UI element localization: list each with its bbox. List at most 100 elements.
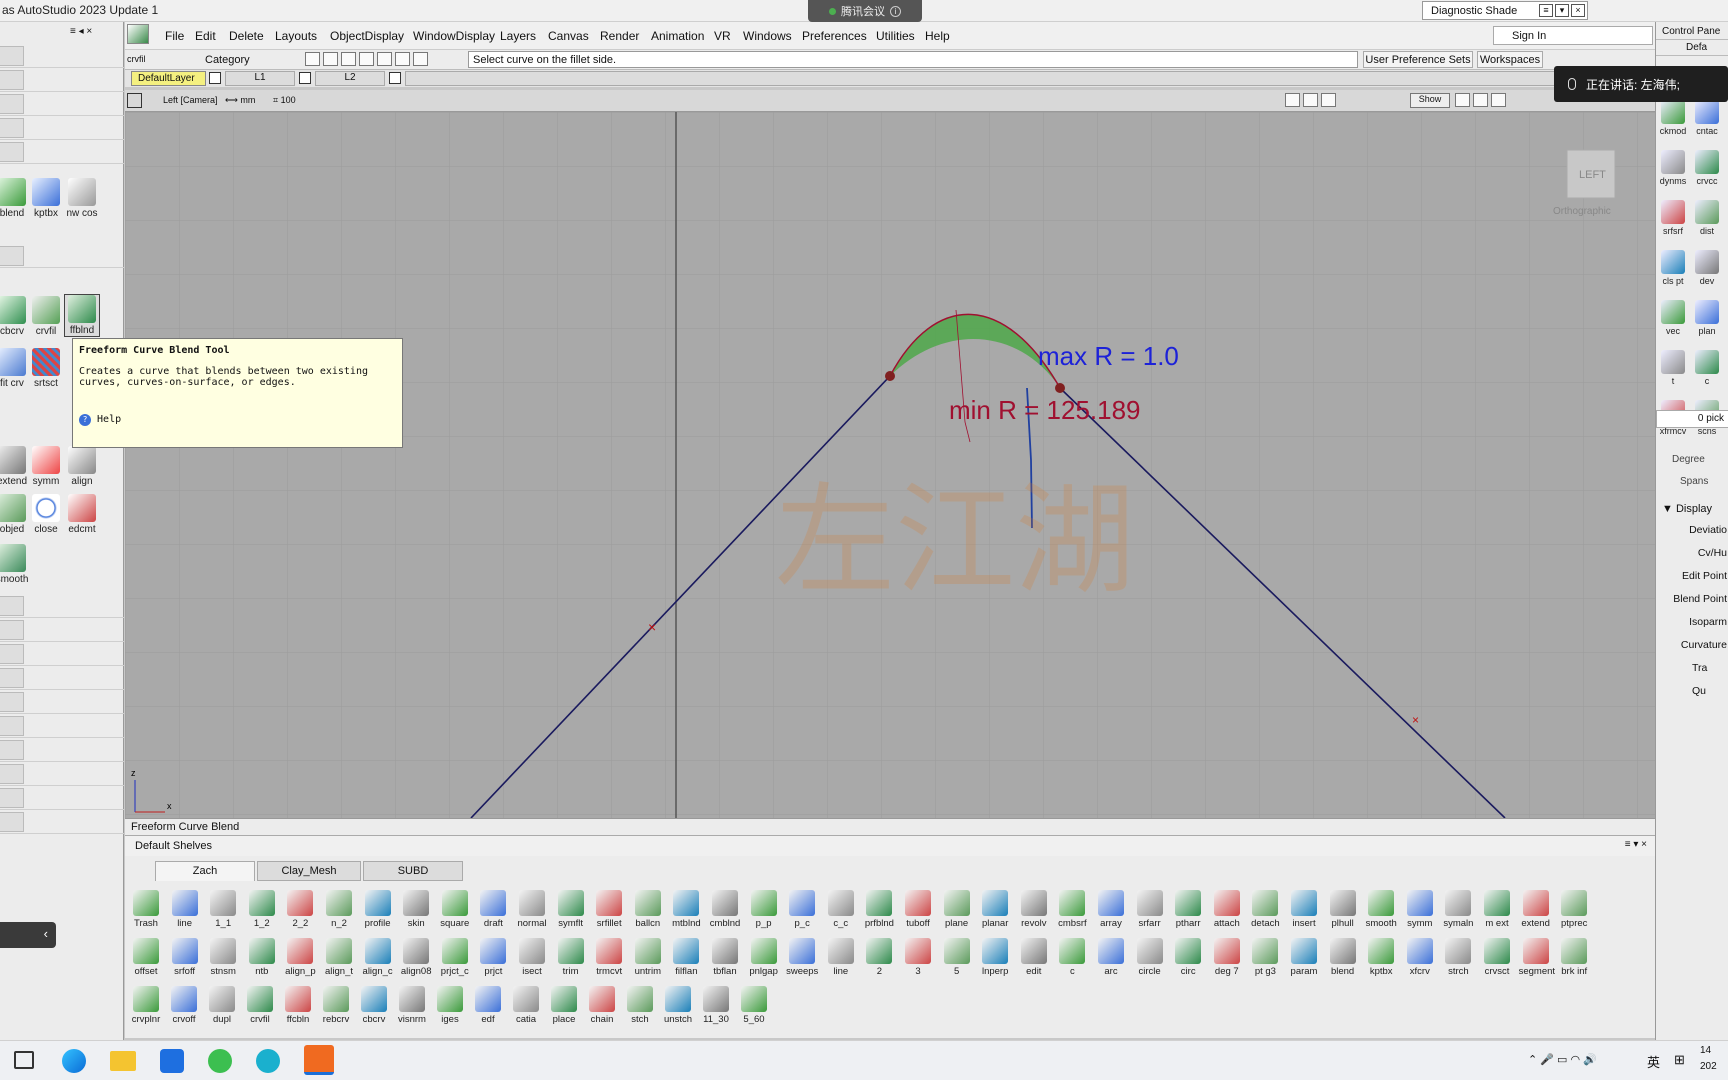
shelf-tool-align_c[interactable]: align_c bbox=[361, 938, 395, 977]
tool-fit-crv[interactable]: fit crv bbox=[0, 348, 30, 389]
shelf-tool-1_1[interactable]: 1_1 bbox=[206, 890, 240, 929]
display-section[interactable]: ▼ Display bbox=[1656, 500, 1728, 520]
shelf-tool-attach[interactable]: attach bbox=[1210, 890, 1244, 929]
workspaces-button[interactable]: Workspaces bbox=[1477, 51, 1543, 68]
display-option[interactable]: Cv/Hu bbox=[1656, 547, 1728, 570]
palette-section[interactable] bbox=[0, 738, 124, 762]
grid-icon[interactable]: ⊞ bbox=[1674, 1052, 1685, 1068]
shelf-tool-untrim[interactable]: untrim bbox=[631, 938, 665, 977]
tool-srtsct[interactable]: srtsct bbox=[28, 348, 64, 389]
eval-tool-dev[interactable]: dev bbox=[1690, 250, 1724, 287]
menu-utilities[interactable]: Utilities bbox=[876, 29, 915, 43]
layer-default-visibility[interactable] bbox=[209, 72, 221, 84]
current-tool-icon[interactable] bbox=[127, 24, 149, 44]
shelf-tool-3[interactable]: 3 bbox=[901, 938, 935, 977]
shelf-tool-ptharr[interactable]: ptharr bbox=[1171, 890, 1205, 929]
tool-align[interactable]: align bbox=[64, 446, 100, 487]
shelf-tool-kptbx[interactable]: kptbx bbox=[1364, 938, 1398, 977]
shelf-tool-circ[interactable]: circ bbox=[1171, 938, 1205, 977]
shelf-tool-1_2[interactable]: 1_2 bbox=[245, 890, 279, 929]
pick-mode-buttons[interactable] bbox=[305, 52, 431, 66]
shelf-tool-filflan[interactable]: filflan bbox=[669, 938, 703, 977]
shelf-tool-crvfil[interactable]: crvfil bbox=[243, 986, 277, 1025]
display-option[interactable]: Curvature bbox=[1656, 639, 1728, 662]
display-option[interactable]: Deviatio bbox=[1656, 524, 1728, 547]
shelf-tool-prfblnd[interactable]: prfblnd bbox=[862, 890, 896, 929]
shelf-tool-c_c[interactable]: c_c bbox=[824, 890, 858, 929]
menu-canvas[interactable]: Canvas bbox=[548, 29, 589, 43]
eval-tool-ckmod[interactable]: ckmod bbox=[1656, 100, 1690, 137]
palette-section[interactable] bbox=[0, 244, 124, 268]
viewport-canvas[interactable]: × × 左江湖 max R = 1.0 min R = 125.189 LEFT… bbox=[125, 112, 1655, 818]
layer-slots[interactable] bbox=[405, 71, 1645, 86]
shelf-tool-tuboff[interactable]: tuboff bbox=[901, 890, 935, 929]
show-button[interactable]: Show bbox=[1410, 93, 1450, 108]
tool-ffblnd[interactable]: ffblnd bbox=[64, 294, 100, 337]
shelf-tool-p_p[interactable]: p_p bbox=[747, 890, 781, 929]
shelf-tab-subd[interactable]: SUBD bbox=[363, 861, 463, 881]
palette-section[interactable] bbox=[0, 68, 124, 92]
shelf-tool-srfoff[interactable]: srfoff bbox=[168, 938, 202, 977]
tool-extend[interactable]: extend bbox=[0, 446, 30, 487]
shelf-tool-detach[interactable]: detach bbox=[1248, 890, 1282, 929]
viewport-tools[interactable] bbox=[1285, 93, 1339, 107]
menu-layers[interactable]: Layers bbox=[500, 29, 536, 43]
shelf-tool-segment[interactable]: segment bbox=[1519, 938, 1555, 977]
eval-tool-cntac[interactable]: cntac bbox=[1690, 100, 1724, 137]
palette-section[interactable] bbox=[0, 642, 124, 666]
shelf-tool-unstch[interactable]: unstch bbox=[661, 986, 695, 1025]
shelf-tool-trim[interactable]: trim bbox=[554, 938, 588, 977]
menu-icon[interactable]: ≡ bbox=[1539, 4, 1553, 17]
shelf-tool-normal[interactable]: normal bbox=[515, 890, 549, 929]
tool-close[interactable]: close bbox=[28, 494, 64, 535]
edit-point-marker[interactable]: × bbox=[648, 619, 656, 635]
shelf-tool-brk-inf[interactable]: brk inf bbox=[1557, 938, 1591, 977]
meeting-indicator[interactable]: 腾讯会议 i bbox=[808, 0, 922, 22]
display-option[interactable]: Blend Point bbox=[1656, 593, 1728, 616]
palette-section[interactable] bbox=[0, 594, 124, 618]
shelf-tool-lnperp[interactable]: lnperp bbox=[978, 938, 1012, 977]
palette-section[interactable] bbox=[0, 666, 124, 690]
shelf-tool-planar[interactable]: planar bbox=[978, 890, 1012, 929]
shelf-tool-array[interactable]: array bbox=[1094, 890, 1128, 929]
shelf-tool-srfarr[interactable]: srfarr bbox=[1133, 890, 1167, 929]
clock-time[interactable]: 14 bbox=[1700, 1045, 1711, 1056]
shelf-tool-symaln[interactable]: symaln bbox=[1441, 890, 1475, 929]
layer-l1[interactable]: L1 bbox=[225, 71, 295, 86]
prompt-line[interactable]: Select curve on the fillet side. bbox=[468, 51, 1358, 68]
shelf-tool-align_t[interactable]: align_t bbox=[322, 938, 356, 977]
tool-smooth[interactable]: smooth bbox=[0, 544, 30, 585]
meeting-app-icon[interactable] bbox=[160, 1049, 184, 1073]
shelf-tool-dupl[interactable]: dupl bbox=[205, 986, 239, 1025]
palette-section[interactable] bbox=[0, 714, 124, 738]
shelf-tool-stch[interactable]: stch bbox=[623, 986, 657, 1025]
shelf-tool-strch[interactable]: strch bbox=[1441, 938, 1475, 977]
shelf-controls[interactable]: ≡ ▾ × bbox=[1625, 839, 1647, 850]
shelf-tool-plhull[interactable]: plhull bbox=[1326, 890, 1360, 929]
sign-in-button[interactable]: Sign In bbox=[1493, 26, 1653, 45]
layer-l1-visibility[interactable] bbox=[299, 72, 311, 84]
palette-section[interactable] bbox=[0, 116, 124, 140]
edit-point-marker[interactable]: × bbox=[1412, 713, 1419, 727]
shelf-tool-insert[interactable]: insert bbox=[1287, 890, 1321, 929]
shelf-tool-edit[interactable]: edit bbox=[1017, 938, 1051, 977]
palette-section[interactable] bbox=[0, 690, 124, 714]
shelf-tool-revolv[interactable]: revolv bbox=[1017, 890, 1051, 929]
shelf-tab-zach[interactable]: Zach bbox=[155, 861, 255, 881]
tool-blend[interactable]: blend bbox=[0, 178, 30, 219]
palette-section[interactable] bbox=[0, 810, 124, 834]
shelf-tab-clay-mesh[interactable]: Clay_Mesh bbox=[257, 861, 361, 881]
shelf-tool-5_60[interactable]: 5_60 bbox=[737, 986, 771, 1025]
shelf-tool-deg-7[interactable]: deg 7 bbox=[1210, 938, 1244, 977]
menu-delete[interactable]: Delete bbox=[229, 29, 264, 43]
shelf-tool-place[interactable]: place bbox=[547, 986, 581, 1025]
display-option[interactable]: Qu bbox=[1656, 685, 1728, 708]
shelf-tool-crvoff[interactable]: crvoff bbox=[167, 986, 201, 1025]
menu-animation[interactable]: Animation bbox=[651, 29, 704, 43]
palette-section[interactable] bbox=[0, 92, 124, 116]
edge-browser-icon[interactable] bbox=[62, 1049, 86, 1073]
menu-objectdisplay[interactable]: ObjectDisplay bbox=[330, 29, 404, 43]
shelf-tool-2_2[interactable]: 2_2 bbox=[283, 890, 317, 929]
shelf-tool-arc[interactable]: arc bbox=[1094, 938, 1128, 977]
shelf-tool-prjct[interactable]: prjct bbox=[476, 938, 510, 977]
